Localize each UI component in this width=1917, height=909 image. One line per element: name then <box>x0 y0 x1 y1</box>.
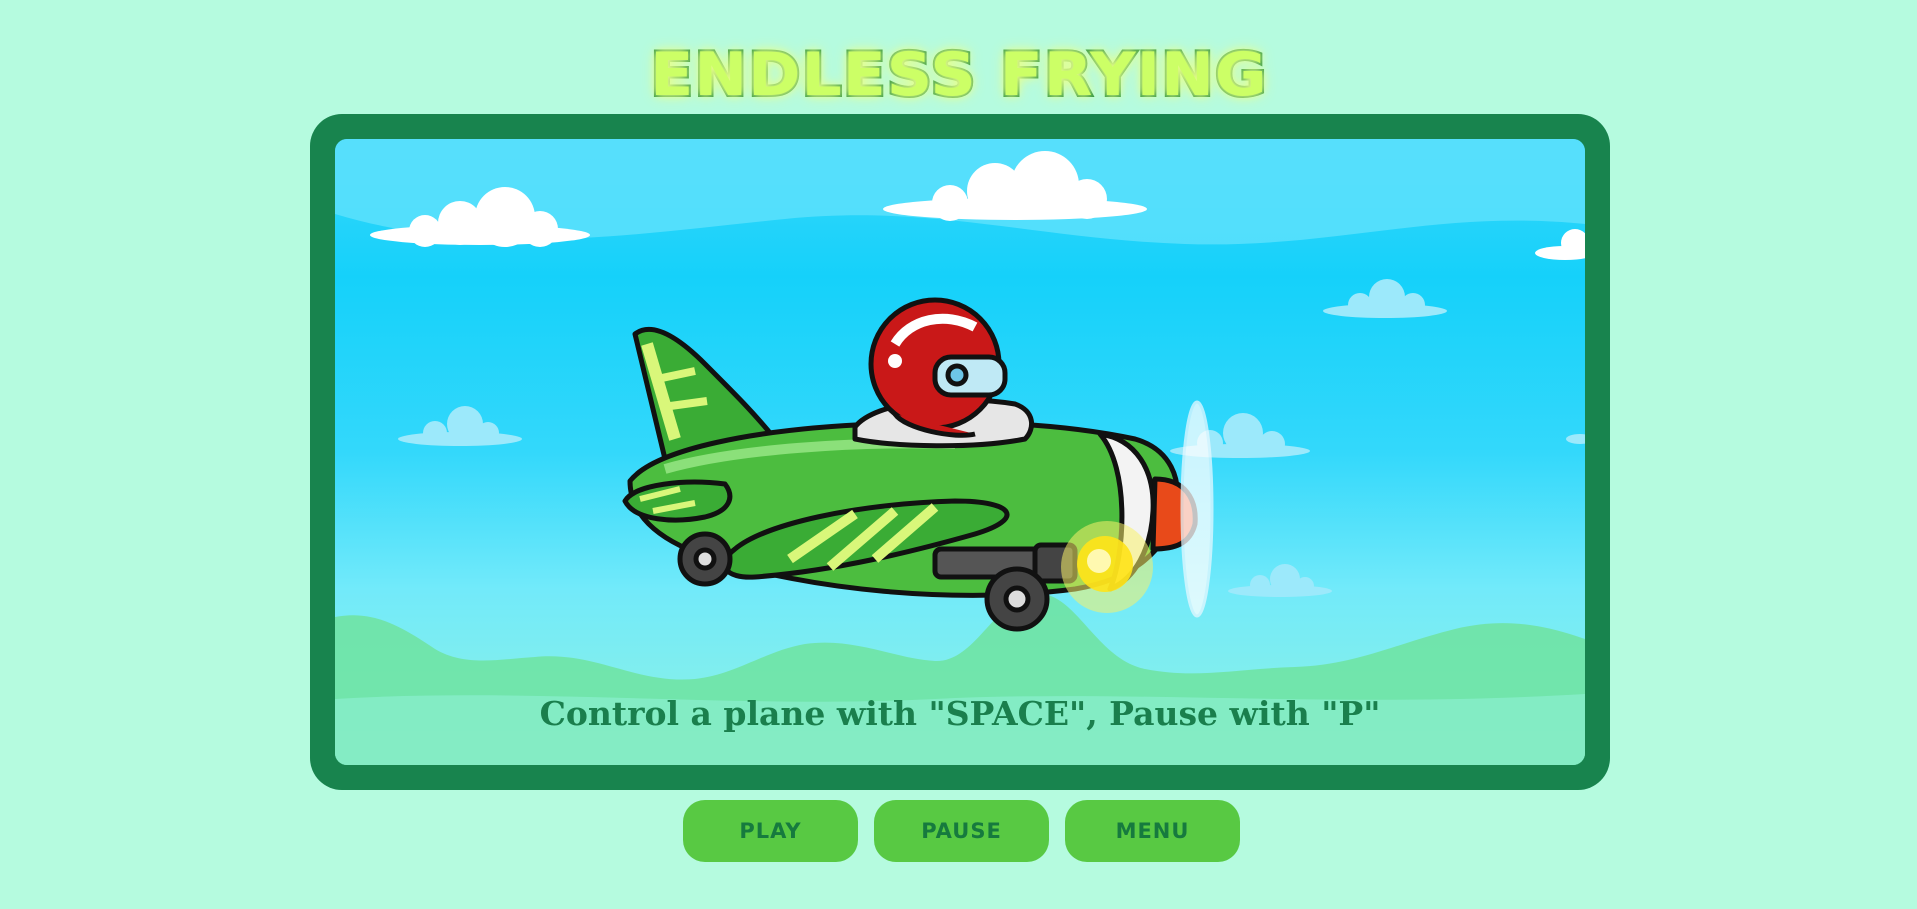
game-title: ENDLESS FRYING <box>648 40 1269 110</box>
title-area: ENDLESS FRYING <box>0 36 1917 114</box>
instructions-text: Control a plane with "SPACE", Pause with… <box>539 694 1381 733</box>
cloud <box>1566 434 1585 444</box>
cloud <box>398 406 522 446</box>
button-bar: PLAY PAUSE MENU <box>683 800 1240 862</box>
menu-button[interactable]: MENU <box>1065 800 1240 862</box>
pause-button[interactable]: PAUSE <box>874 800 1049 862</box>
cloud <box>1323 279 1447 318</box>
propeller <box>1180 400 1214 618</box>
game-scene <box>335 139 1585 765</box>
play-button[interactable]: PLAY <box>683 800 858 862</box>
cloud <box>1535 229 1585 260</box>
game-canvas[interactable]: Control a plane with "SPACE", Pause with… <box>335 139 1585 765</box>
game-frame: Control a plane with "SPACE", Pause with… <box>310 114 1610 790</box>
muzzle-flash <box>1061 521 1153 613</box>
cloud <box>1228 564 1332 597</box>
